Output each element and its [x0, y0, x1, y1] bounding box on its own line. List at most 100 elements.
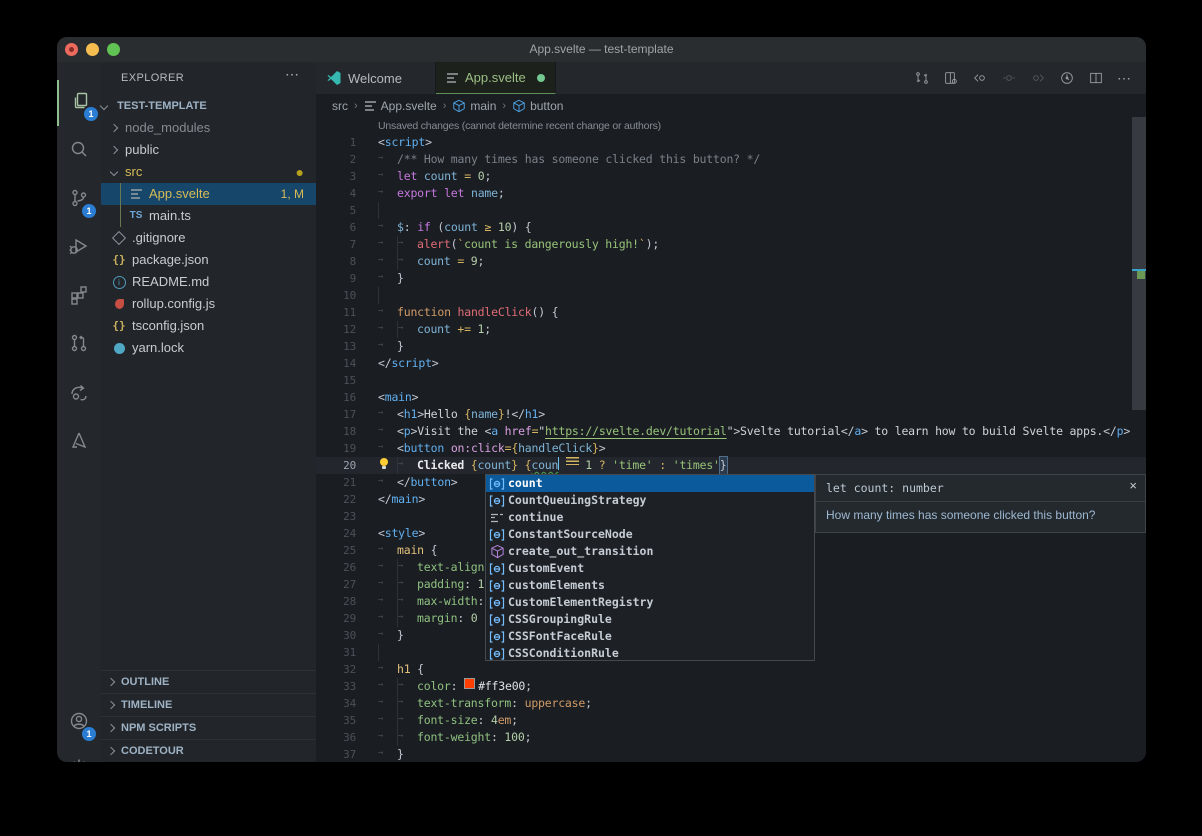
run-debug-activity-item[interactable] [57, 226, 101, 272]
line-number[interactable]: 15 [316, 372, 356, 389]
more-actions-icon[interactable]: ⋯ [1117, 70, 1132, 87]
breadcrumb-item-src[interactable]: src [332, 99, 348, 113]
line-number[interactable]: 9 [316, 270, 356, 287]
suggest-item-customelements[interactable]: customElements [486, 577, 814, 594]
suggest-item-create_out_transition[interactable]: create_out_transition [486, 543, 814, 560]
search-activity-item[interactable] [57, 129, 101, 175]
azure-activity-item[interactable] [57, 420, 101, 466]
suggest-item-count[interactable]: count [486, 475, 814, 492]
section-outline[interactable]: OUTLINE [101, 670, 316, 693]
settings-gear-activity-item[interactable] [57, 746, 101, 762]
nav-forward-icon[interactable] [1030, 70, 1046, 86]
scrollbar[interactable] [1132, 117, 1146, 762]
close-icon[interactable]: × [1129, 478, 1137, 493]
run-timer-icon[interactable] [1059, 70, 1075, 86]
tab-app-svelte[interactable]: App.svelte [436, 62, 556, 94]
suggest-item-cssgroupingrule[interactable]: CSSGroupingRule [486, 611, 814, 628]
code-line-20[interactable]: 20Clicked {count} {coun 1 ? 'time' : 'ti… [316, 457, 1146, 474]
code-line-4[interactable]: 4export let name; [316, 185, 1146, 202]
compare-changes-icon[interactable] [914, 70, 930, 86]
code-line-33[interactable]: 33color: #ff3e00; [316, 678, 1146, 695]
open-preview-icon[interactable] [943, 70, 959, 86]
line-number[interactable]: 25 [316, 542, 356, 559]
line-number[interactable]: 26 [316, 559, 356, 576]
line-number[interactable]: 11 [316, 304, 356, 321]
line-number[interactable]: 30 [316, 627, 356, 644]
line-number[interactable]: 1 [316, 134, 356, 151]
code-line-36[interactable]: 36font-weight: 100; [316, 729, 1146, 746]
suggest-item-continue[interactable]: continue [486, 509, 814, 526]
suggest-item-customelementregistry[interactable]: CustomElementRegistry [486, 594, 814, 611]
file-row-yarn-lock[interactable]: yarn.lock [101, 337, 316, 359]
line-number[interactable]: 28 [316, 593, 356, 610]
code-line-6[interactable]: 6$: if (count ≥ 10) { [316, 219, 1146, 236]
line-number[interactable]: 4 [316, 185, 356, 202]
line-number[interactable]: 32 [316, 661, 356, 678]
file-row--gitignore[interactable]: .gitignore [101, 227, 316, 249]
code-line-8[interactable]: 8count = 9; [316, 253, 1146, 270]
line-number[interactable]: 36 [316, 729, 356, 746]
code-line-1[interactable]: 1<script> [316, 134, 1146, 151]
file-row-tsconfig-json[interactable]: {}tsconfig.json [101, 315, 316, 337]
breadcrumb-item-main[interactable]: main [452, 99, 496, 113]
suggest-item-cssconditionrule[interactable]: CSSConditionRule [486, 645, 814, 662]
line-number[interactable]: 31 [316, 644, 356, 661]
suggest-item-countqueuingstrategy[interactable]: CountQueuingStrategy [486, 492, 814, 509]
code-line-5[interactable]: 5 [316, 202, 1146, 219]
code-line-17[interactable]: 17<h1>Hello {name}!</h1> [316, 406, 1146, 423]
line-number[interactable]: 10 [316, 287, 356, 304]
lightbulb-icon[interactable] [378, 457, 397, 474]
line-number[interactable]: 12 [316, 321, 356, 338]
github-pr-activity-item[interactable] [57, 323, 101, 369]
file-row-package-json[interactable]: {}package.json [101, 249, 316, 271]
line-number[interactable]: 22 [316, 491, 356, 508]
line-number[interactable]: 2 [316, 151, 356, 168]
file-row-rollup-config-js[interactable]: rollup.config.js [101, 293, 316, 315]
live-share-activity-item[interactable] [57, 371, 101, 417]
line-number[interactable]: 20 [316, 457, 356, 474]
file-row-node-modules[interactable]: node_modules [101, 117, 316, 139]
extensions-activity-item[interactable] [57, 274, 101, 320]
breadcrumb[interactable]: src›App.svelte›main›button [316, 94, 1146, 117]
line-number[interactable]: 13 [316, 338, 356, 355]
code-line-9[interactable]: 9} [316, 270, 1146, 287]
line-number[interactable]: 27 [316, 576, 356, 593]
line-number[interactable]: 23 [316, 508, 356, 525]
split-editor-icon[interactable] [1088, 70, 1104, 86]
code-line-13[interactable]: 13} [316, 338, 1146, 355]
line-number[interactable]: 21 [316, 474, 356, 491]
code-line-16[interactable]: 16<main> [316, 389, 1146, 406]
line-number[interactable]: 37 [316, 746, 356, 762]
suggest-item-cssfontfacerule[interactable]: CSSFontFaceRule [486, 628, 814, 645]
code-line-11[interactable]: 11function handleClick() { [316, 304, 1146, 321]
code-line-2[interactable]: 2/** How many times has someone clicked … [316, 151, 1146, 168]
code-line-37[interactable]: 37} [316, 746, 1146, 762]
code-line-19[interactable]: 19<button on:click={handleClick}> [316, 440, 1146, 457]
file-row-app-svelte[interactable]: App.svelte1, M [101, 183, 316, 205]
line-number[interactable]: 33 [316, 678, 356, 695]
line-number[interactable]: 35 [316, 712, 356, 729]
file-row-main-ts[interactable]: TSmain.ts [101, 205, 316, 227]
code-line-7[interactable]: 7alert(`count is dangerously high!`); [316, 236, 1146, 253]
explorer-activity-item[interactable]: 1 [57, 80, 103, 126]
code-line-14[interactable]: 14</script> [316, 355, 1146, 372]
breadcrumb-item-app-svelte[interactable]: App.svelte [364, 99, 437, 113]
line-number[interactable]: 18 [316, 423, 356, 440]
nav-back-icon[interactable] [972, 70, 988, 86]
line-number[interactable]: 6 [316, 219, 356, 236]
code-line-32[interactable]: 32h1 { [316, 661, 1146, 678]
line-number[interactable]: 16 [316, 389, 356, 406]
breadcrumb-item-button[interactable]: button [512, 99, 563, 113]
line-number[interactable]: 17 [316, 406, 356, 423]
code-editor[interactable]: Unsaved changes (cannot determine recent… [316, 117, 1146, 762]
section-timeline[interactable]: TIMELINE [101, 693, 316, 716]
code-line-34[interactable]: 34text-transform: uppercase; [316, 695, 1146, 712]
accounts-activity-item[interactable]: 1 [57, 700, 101, 746]
tab-welcome[interactable]: Welcome [316, 62, 436, 94]
code-line-15[interactable]: 15 [316, 372, 1146, 389]
more-actions-icon[interactable]: ⋯ [285, 66, 300, 83]
line-number[interactable]: 34 [316, 695, 356, 712]
suggest-item-constantsourcenode[interactable]: ConstantSourceNode [486, 526, 814, 543]
source-control-activity-item[interactable]: 1 [57, 177, 101, 223]
suggest-item-customevent[interactable]: CustomEvent [486, 560, 814, 577]
